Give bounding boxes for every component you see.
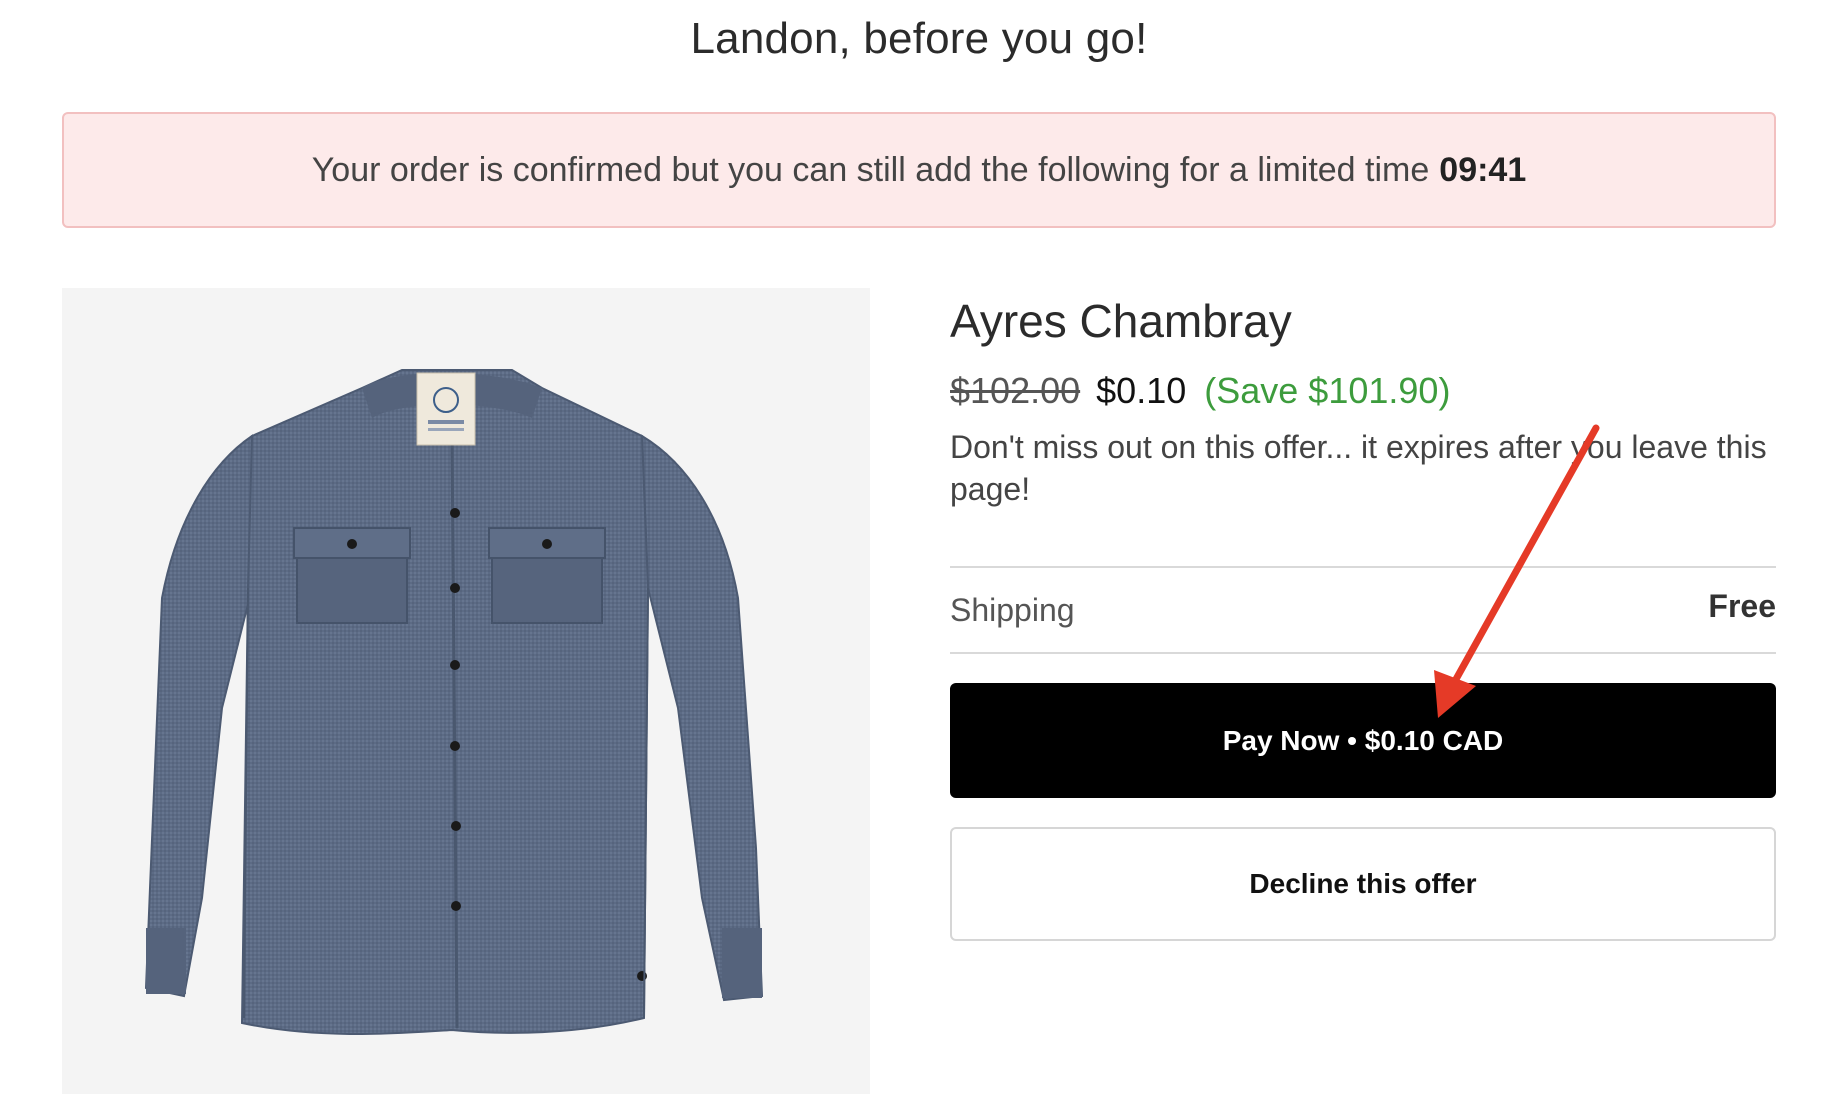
countdown-timer: 09:41 [1439,150,1527,189]
price-line: $102.00 $0.10 (Save $101.90) [950,370,1450,412]
limited-time-banner: Your order is confirmed but you can stil… [62,112,1776,228]
offer-price: $0.10 [1096,370,1187,411]
divider-top [950,566,1776,568]
chambray-shirt-image [144,369,764,1035]
shipping-value: Free [1708,588,1776,624]
product-image [62,288,870,1094]
pay-now-button[interactable]: Pay Now • $0.10 CAD [950,683,1776,798]
divider-bottom [950,652,1776,654]
offer-note: Don't miss out on this offer... it expir… [950,429,1767,507]
banner-message: Your order is confirmed but you can stil… [311,150,1430,189]
page-title: Landon, before you go! [690,14,1148,63]
savings-amount: (Save $101.90) [1204,370,1451,411]
product-name: Ayres Chambray [950,295,1292,347]
original-price: $102.00 [950,370,1081,411]
shipping-label: Shipping [950,592,1075,628]
decline-offer-button[interactable]: Decline this offer [950,827,1776,941]
